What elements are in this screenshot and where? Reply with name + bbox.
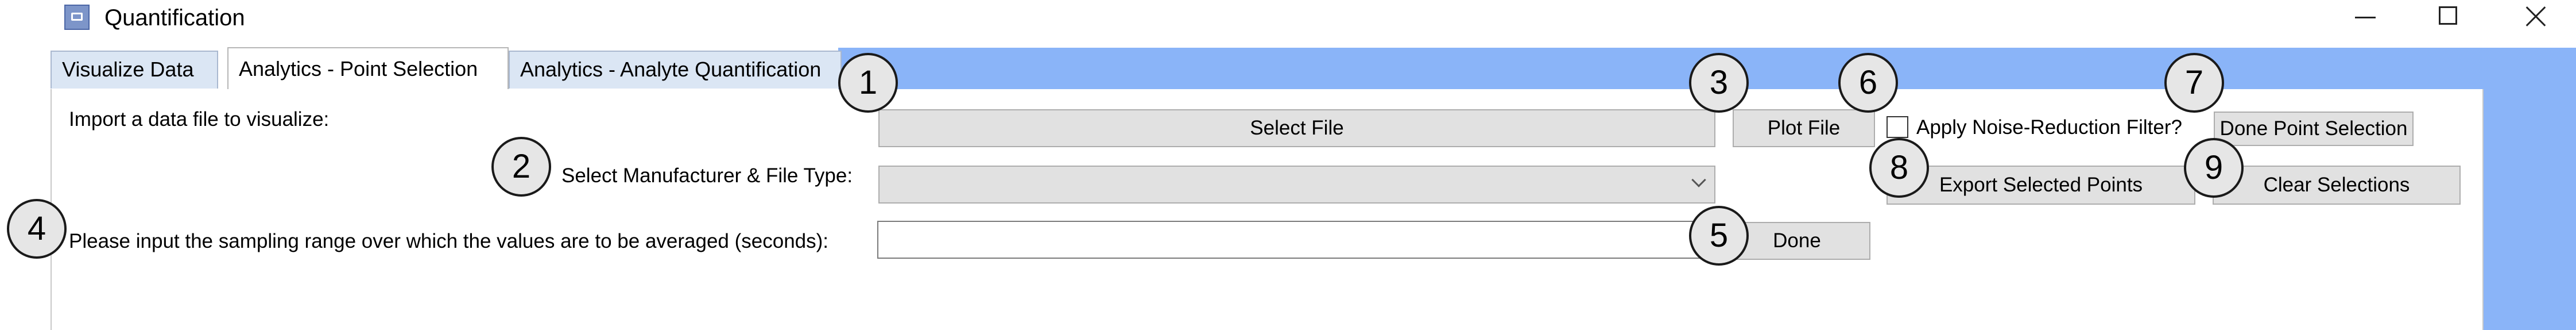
maximize-icon[interactable]	[2415, 0, 2484, 34]
done-point-selection-button[interactable]: Done Point Selection	[2214, 112, 2414, 146]
callout-marker-1: 1	[838, 53, 898, 113]
tab-analytics-point-selection[interactable]: Analytics - Point Selection	[227, 47, 509, 91]
noise-filter-checkbox[interactable]	[1887, 116, 1908, 138]
callout-marker-7: 7	[2164, 53, 2224, 113]
select-file-button[interactable]: Select File	[878, 109, 1715, 147]
title-bar: Quantification	[0, 0, 2576, 48]
callout-marker-2: 2	[491, 137, 551, 197]
chevron-down-icon	[1691, 172, 1706, 187]
callout-marker-3: 3	[1689, 53, 1749, 113]
callout-marker-6: 6	[1838, 53, 1898, 113]
noise-filter-label: Apply Noise-Reduction Filter?	[1916, 116, 2182, 139]
window-title: Quantification	[104, 5, 245, 30]
import-label: Import a data file to visualize:	[69, 108, 330, 131]
app-icon	[64, 5, 90, 30]
plot-file-button[interactable]: Plot File	[1733, 109, 1875, 147]
callout-marker-5: 5	[1689, 206, 1749, 266]
callout-marker-9: 9	[2184, 138, 2244, 198]
export-selected-points-button[interactable]: Export Selected Points	[1887, 166, 2195, 205]
tab-analytics-analyte-quantification[interactable]: Analytics - Analyte Quantification	[509, 51, 842, 89]
callout-marker-4: 4	[7, 199, 67, 259]
sampling-range-input[interactable]	[877, 221, 1726, 259]
minimize-icon[interactable]	[2331, 0, 2400, 34]
manufacturer-label: Select Manufacturer & File Type:	[561, 164, 853, 187]
callout-marker-8: 8	[1869, 138, 1929, 198]
tab-visualize-data[interactable]: Visualize Data	[51, 51, 218, 89]
close-icon[interactable]	[2501, 0, 2570, 34]
manufacturer-select[interactable]	[878, 166, 1715, 204]
sampling-range-label: Please input the sampling range over whi…	[69, 230, 829, 252]
clear-selections-button[interactable]: Clear Selections	[2213, 166, 2461, 205]
